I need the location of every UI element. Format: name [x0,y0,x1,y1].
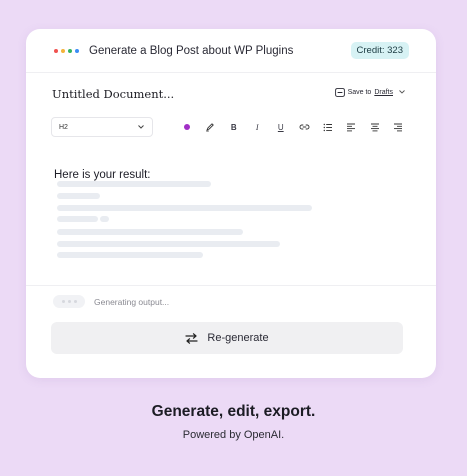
text-color-button[interactable] [175,117,199,137]
skeleton-line [57,193,100,199]
dot-yellow [61,48,65,53]
card-header: Generate a Blog Post about WP Plugins Cr… [26,29,436,73]
document-title[interactable]: Untitled Document... [52,87,335,101]
save-target: Drafts [374,88,393,96]
align-center-icon [370,123,379,131]
generator-card: Generate a Blog Post about WP Plugins Cr… [26,29,436,378]
loading-dots-icon [53,295,85,308]
underline-button[interactable]: U [269,117,293,137]
italic-button[interactable]: I [246,117,270,137]
heading-level-value: H2 [59,123,68,131]
link-icon [299,124,310,130]
skeleton-line [57,216,98,222]
align-right-icon [394,123,403,131]
format-toolbar: H2 B I U [26,115,436,139]
italic-icon: I [255,122,259,132]
align-left-button[interactable] [340,117,364,137]
bullet-list-button[interactable] [316,117,340,137]
chevron-down-icon [399,90,405,94]
regenerate-button[interactable]: Re-generate [51,322,403,354]
text-color-swatch-icon [183,124,190,130]
dot-green [68,48,72,53]
bold-icon: B [230,122,237,132]
bold-button[interactable]: B [222,117,246,137]
skeleton-line [100,216,109,222]
save-to-drafts-button[interactable]: Save to Drafts [334,87,406,97]
credit-badge: Credit: 323 [350,42,409,59]
regenerate-label: Re-generate [207,332,269,344]
highlight-button[interactable] [199,117,223,137]
underline-icon: U [277,122,284,132]
swap-arrows-icon [185,332,199,344]
status-text: Generating output... [94,296,170,307]
dot-blue [75,48,79,53]
document-row: Untitled Document... Save to Drafts [26,73,436,111]
skeleton-line [57,205,312,211]
brand-dots-icon [54,48,79,53]
skeleton-line [57,229,243,235]
generator-title: Generate a Blog Post about WP Plugins [89,44,294,57]
chevron-down-icon [138,125,144,129]
highlighter-icon [206,123,214,132]
save-prefix: Save to [347,88,372,96]
result-heading: Here is your result: [54,169,151,181]
format-tools: B I U [175,117,410,137]
list-icon [323,123,332,131]
link-button[interactable] [293,117,317,137]
divider [26,285,436,286]
align-left-icon [347,123,356,131]
tagline: Generate, edit, export. [151,403,316,420]
skeleton-line [57,241,280,247]
skeleton-line [57,181,211,187]
align-center-button[interactable] [363,117,387,137]
align-right-button[interactable] [387,117,411,137]
heading-level-select[interactable]: H2 [51,117,153,137]
skeleton-line [57,252,203,258]
generation-status: Generating output... [53,295,169,308]
dot-red [54,48,58,53]
folder-icon [334,87,345,97]
powered-by-text: Powered by OpenAI. [182,429,285,441]
